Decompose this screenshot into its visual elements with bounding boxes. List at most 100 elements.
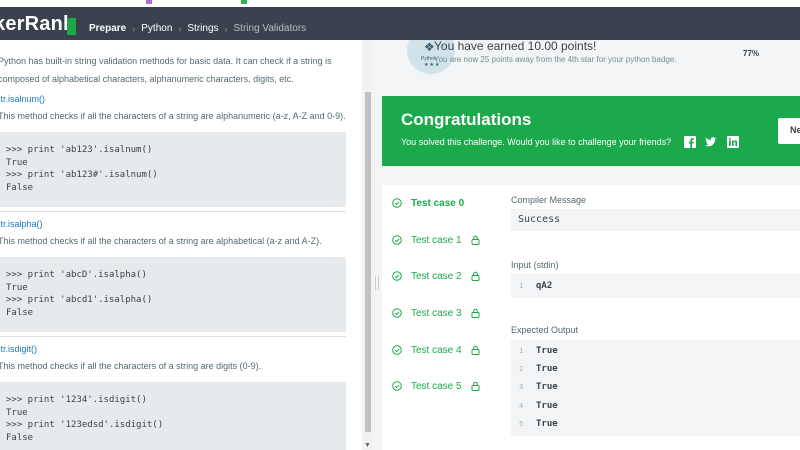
tab-test-case-3[interactable]: Test case 3 — [392, 306, 480, 320]
tab-color-marker — [241, 0, 247, 4]
line-number: 1 — [519, 282, 524, 291]
lock-icon — [471, 235, 480, 245]
expected-output-box: 1 True 2 True 3 True 4 True 5 True — [511, 340, 800, 436]
code-line: >>> print '1234'.isdigit() — [6, 395, 147, 405]
line-value: True — [536, 364, 558, 375]
code-line: >>> print 'ab123#'.isalnum() — [6, 170, 158, 180]
method-heading-isdigit: str.isdigit() — [0, 344, 38, 354]
breadcrumb-current: String Validators — [233, 23, 307, 34]
divider — [0, 336, 346, 337]
facebook-icon[interactable] — [684, 136, 696, 148]
output-line: 2 True — [511, 360, 800, 378]
code-line: True — [6, 282, 28, 293]
breadcrumb-python[interactable]: Python — [141, 23, 172, 34]
submission-result-pane: ❖ Python ★★★ You have earned 10.00 point… — [381, 40, 800, 450]
method-description: This method checks if all the characters… — [0, 361, 262, 371]
method-heading-isalnum: str.isalnum() — [0, 94, 46, 104]
line-number: 1 — [519, 347, 524, 356]
test-case-label: Test case 4 — [411, 344, 462, 356]
code-line: True — [6, 407, 28, 418]
input-stdin-label: Input (stdin) — [511, 260, 559, 270]
output-line: 5 True — [511, 415, 800, 433]
top-navbar: kerRank Prepare › Python › Strings › Str… — [0, 7, 800, 40]
hackerrank-logo[interactable]: kerRank — [0, 13, 74, 36]
intro-text-line1: Python has built-in string validation me… — [0, 56, 332, 66]
test-case-label: Test case 1 — [411, 234, 462, 246]
test-results-panel: Test case 0 Test case 1 Test case 2 Test… — [382, 185, 800, 450]
input-stdin-box: 1 qA2 — [511, 274, 800, 298]
lock-icon — [471, 271, 480, 281]
grip-icon — [375, 276, 379, 290]
check-circle-icon — [392, 345, 402, 355]
breadcrumb-prepare[interactable]: Prepare — [89, 23, 126, 34]
line-value: True — [536, 346, 558, 357]
output-line: 3 True — [511, 378, 800, 396]
check-circle-icon — [392, 235, 402, 245]
scroll-down-arrow-icon[interactable]: ▼ — [364, 442, 371, 449]
code-line: True — [6, 157, 28, 168]
linkedin-icon[interactable] — [727, 136, 739, 148]
chevron-right-icon: › — [132, 23, 136, 34]
check-circle-icon — [392, 271, 402, 281]
tab-test-case-4[interactable]: Test case 4 — [392, 343, 480, 357]
left-pane-scrollbar[interactable]: ▼ — [362, 40, 373, 450]
check-circle-icon — [392, 308, 402, 318]
line-number: 2 — [519, 365, 524, 374]
test-case-label: Test case 3 — [411, 307, 462, 319]
output-line: 1 qA2 — [511, 277, 800, 295]
test-case-label: Test case 5 — [411, 380, 462, 392]
tab-test-case-0[interactable]: Test case 0 — [392, 196, 464, 210]
chevron-right-icon: › — [178, 23, 182, 34]
intro-text-line2: composed of alphabetical characters, alp… — [0, 74, 294, 84]
problem-statement-pane: Python has built-in string validation me… — [0, 40, 362, 450]
code-line: >>> print 'ab123'.isalnum() — [6, 145, 153, 155]
tab-test-case-2[interactable]: Test case 2 — [392, 269, 480, 283]
next-challenge-button[interactable]: Ne — [778, 118, 800, 144]
code-line: >>> print 'abcd1'.isalpha() — [6, 295, 153, 305]
test-case-label: Test case 0 — [411, 197, 465, 209]
twitter-icon[interactable] — [705, 136, 717, 148]
method-heading-isalpha: str.isalpha() — [0, 219, 43, 229]
code-example: >>> print 'abcD'.isalpha() True >>> prin… — [0, 257, 346, 332]
compiler-message-value: Success — [511, 209, 800, 231]
line-number: 4 — [519, 401, 524, 410]
line-value: qA2 — [536, 281, 553, 292]
code-line: False — [6, 307, 34, 318]
line-number: 5 — [519, 419, 524, 428]
lock-icon — [471, 345, 480, 355]
test-case-label: Test case 2 — [411, 270, 462, 282]
next-button-label: Ne — [790, 125, 800, 135]
congrats-subtitle: You solved this challenge. Would you lik… — [401, 137, 672, 147]
tab-color-marker — [146, 0, 152, 4]
lock-icon — [471, 308, 480, 318]
logo-mark — [67, 18, 76, 35]
congratulations-banner: Congratulations You solved this challeng… — [382, 96, 800, 166]
pane-resize-handle[interactable] — [373, 40, 381, 450]
line-number: 3 — [519, 383, 524, 392]
check-circle-icon — [392, 381, 402, 391]
badge-progress-text: You are now 25 points away from the 4th … — [434, 55, 677, 64]
line-value: True — [536, 382, 558, 393]
line-value: True — [536, 400, 558, 411]
check-circle-icon — [392, 198, 402, 208]
code-example: >>> print '1234'.isdigit() True >>> prin… — [0, 382, 346, 450]
tab-test-case-1[interactable]: Test case 1 — [392, 233, 480, 247]
code-line: >>> print '123edsd'.isdigit() — [6, 420, 164, 430]
congrats-title: Congratulations — [401, 110, 532, 129]
line-value: True — [536, 418, 558, 429]
output-line: 4 True — [511, 397, 800, 415]
method-description: This method checks if all the characters… — [0, 236, 322, 246]
points-earned-text: You have earned 10.00 points! — [434, 40, 597, 53]
expected-output-label: Expected Output — [511, 325, 579, 335]
tab-test-case-5[interactable]: Test case 5 — [392, 379, 480, 393]
code-line: False — [6, 182, 34, 193]
chevron-right-icon: › — [224, 23, 228, 34]
badge-progress-percent: 77% — [743, 49, 760, 58]
output-line: 1 True — [511, 342, 800, 360]
method-description: This method checks if all the characters… — [0, 111, 346, 121]
breadcrumb-strings[interactable]: Strings — [187, 23, 218, 34]
lock-icon — [471, 381, 480, 391]
compiler-message-label: Compiler Message — [511, 195, 587, 205]
code-line: False — [6, 432, 34, 443]
scrollbar-thumb[interactable] — [365, 92, 371, 432]
